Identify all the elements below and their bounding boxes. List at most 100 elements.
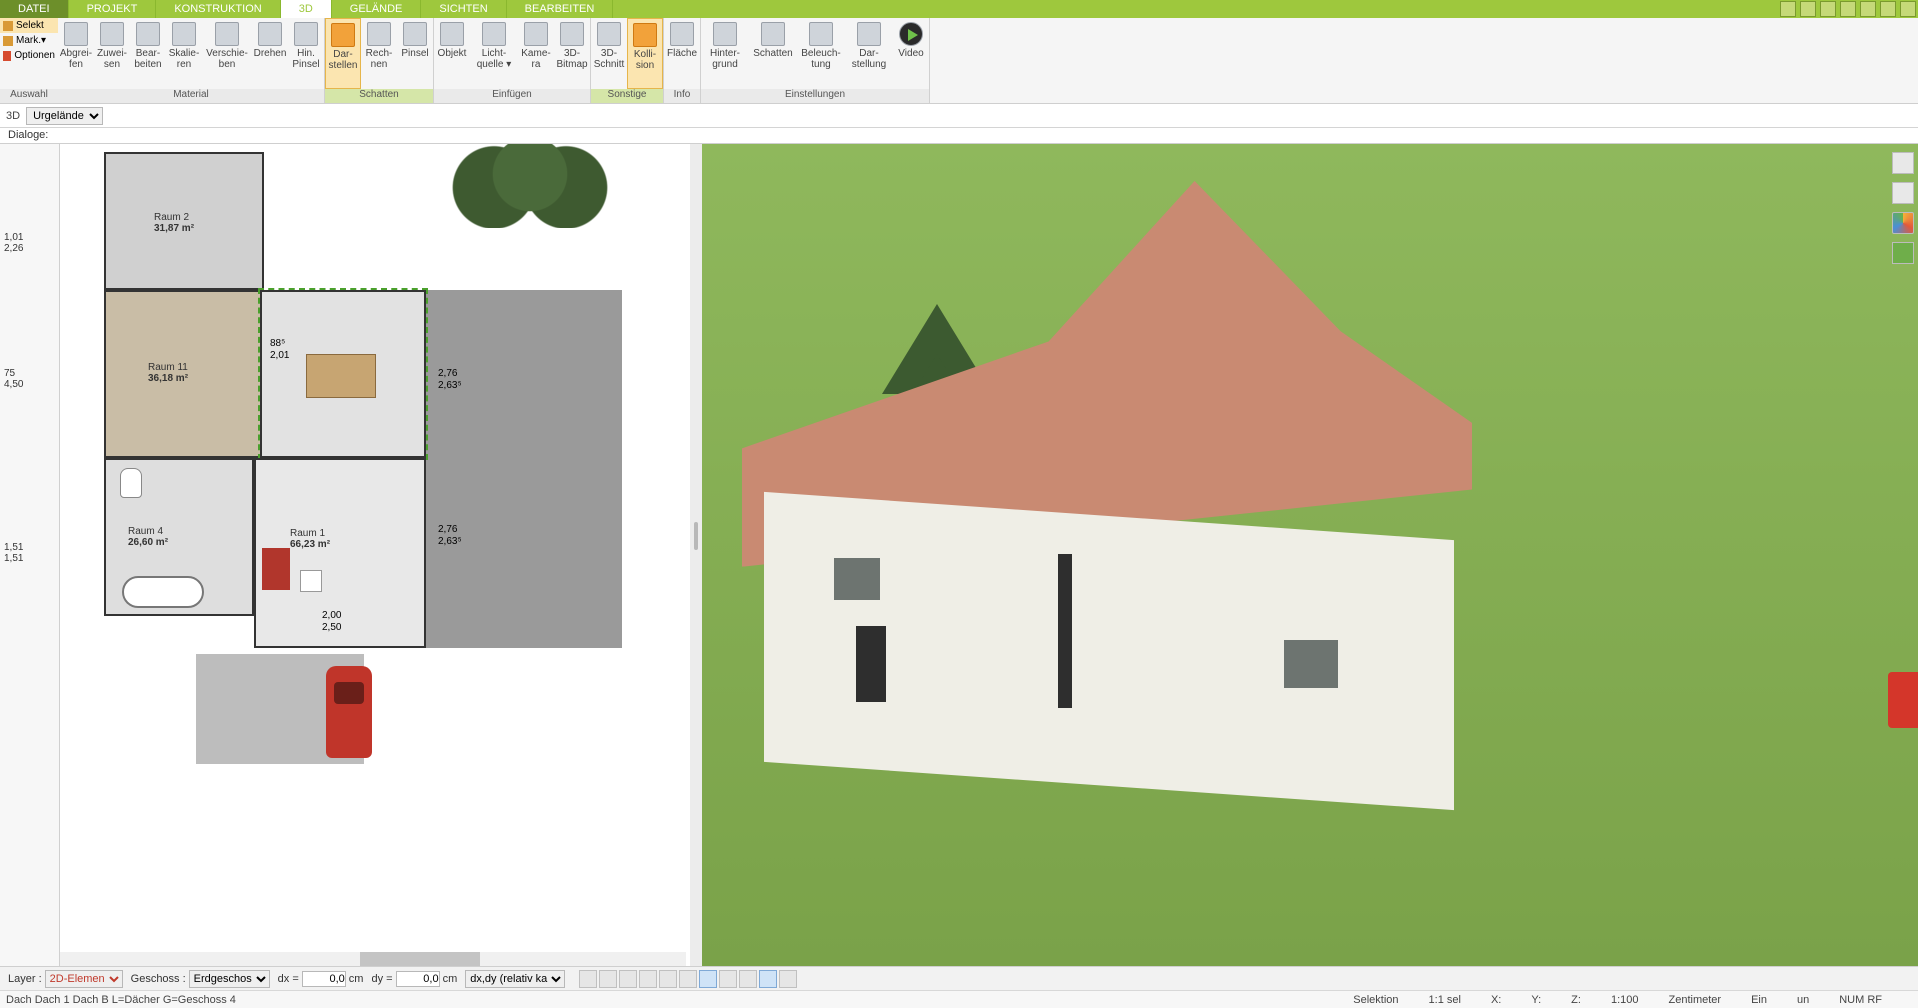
menu-bearbeiten[interactable]: BEARBEITEN <box>507 0 614 18</box>
menu-projekt[interactable]: PROJEKT <box>69 0 157 18</box>
splitter[interactable] <box>690 144 702 966</box>
layer-select[interactable]: 2D-Elemen <box>45 970 123 988</box>
tool-hinpinsel[interactable]: Hin. Pinsel <box>288 18 324 89</box>
status-selektion: Selektion <box>1353 994 1398 1006</box>
help3-icon[interactable] <box>1820 1 1836 17</box>
dim-annot: 2,76 <box>438 368 457 379</box>
room-2[interactable]: Raum 231,87 m² <box>104 152 264 290</box>
tree-2d[interactable] <box>440 144 620 228</box>
geschoss-label: Geschoss : <box>131 973 186 985</box>
snap-clock-icon[interactable] <box>579 970 597 988</box>
tool-label: Video <box>898 48 923 59</box>
scrollbar-horizontal[interactable] <box>60 952 686 966</box>
scrollbar-thumb[interactable] <box>360 952 480 966</box>
help-icon[interactable] <box>1780 1 1796 17</box>
tool-darstellen[interactable]: Dar- stellen <box>325 18 361 89</box>
layers-icon[interactable] <box>1892 152 1914 174</box>
viewport-tools <box>1892 152 1914 264</box>
3d-viewport[interactable] <box>702 144 1918 966</box>
bitmap-icon <box>560 22 584 46</box>
tool-video[interactable]: Video <box>893 18 929 89</box>
tree-icon[interactable] <box>1892 242 1914 264</box>
tool-bearbeiten[interactable]: Bear- beiten <box>130 18 166 89</box>
menu-bar: DATEI PROJEKT KONSTRUKTION 3D GELÄNDE SI… <box>0 0 1918 18</box>
unit-label: cm <box>443 973 458 985</box>
selekt-button[interactable]: Selekt <box>0 18 58 33</box>
snap-grid-icon[interactable] <box>739 970 757 988</box>
menu-3d[interactable]: 3D <box>281 0 332 18</box>
tool-verschieben[interactable]: Verschie- ben <box>202 18 252 89</box>
room-3[interactable]: Raum 345,42 m² <box>260 290 426 458</box>
auswahl-group-label: Auswahl <box>0 89 58 103</box>
group-label: Sonstige <box>591 89 663 103</box>
tool-darstellung[interactable]: Dar- stellung <box>845 18 893 89</box>
tool-abgreifen[interactable]: Abgrei- fen <box>58 18 94 89</box>
tool-3dschnitt[interactable]: 3D- Schnitt <box>591 18 627 89</box>
dim-value: 2,26 <box>4 243 23 254</box>
tool-drehen[interactable]: Drehen <box>252 18 288 89</box>
dim-annot: 2,63⁵ <box>438 380 462 391</box>
brush-icon <box>294 22 318 46</box>
status-x: X: <box>1491 994 1501 1006</box>
view-selector-bar: 3D Urgelände <box>0 104 1918 128</box>
tool-zuweisen[interactable]: Zuwei- sen <box>94 18 130 89</box>
tool-kamera[interactable]: Kame- ra <box>518 18 554 89</box>
tool-schatten[interactable]: Schatten <box>749 18 797 89</box>
tool-pinsel[interactable]: Pinsel <box>397 18 433 89</box>
tool-label: Hin. Pinsel <box>292 48 319 70</box>
car-2d[interactable] <box>326 666 372 758</box>
tool-kollision[interactable]: Kolli- sion <box>627 18 663 89</box>
snap-parallel-icon[interactable] <box>719 970 737 988</box>
menu-gelaende[interactable]: GELÄNDE <box>332 0 422 18</box>
tool-beleuchtung[interactable]: Beleuch- tung <box>797 18 845 89</box>
room-4[interactable]: Raum 426,60 m² <box>104 458 254 616</box>
tool-flaeche[interactable]: Fläche <box>664 18 700 89</box>
snap-info-icon[interactable] <box>779 970 797 988</box>
minimize-icon[interactable] <box>1860 1 1876 17</box>
snap-paste-icon[interactable] <box>639 970 657 988</box>
room-area: 66,23 m² <box>290 539 330 550</box>
floorplan-canvas[interactable]: Raum 231,87 m² Raum 1136,18 m² Raum 345,… <box>60 144 686 962</box>
chair-icon[interactable] <box>1892 182 1914 204</box>
help2-icon[interactable] <box>1800 1 1816 17</box>
dx-label: dx = <box>278 973 299 985</box>
calc-icon <box>367 22 391 46</box>
menu-konstruktion[interactable]: KONSTRUKTION <box>156 0 280 18</box>
coord-mode-select[interactable]: dx,dy (relativ ka <box>465 970 565 988</box>
tool-skalieren[interactable]: Skalie- ren <box>166 18 202 89</box>
snap-midpoint-icon[interactable] <box>679 970 697 988</box>
tool-hintergrund[interactable]: Hinter- grund <box>701 18 749 89</box>
palette-icon[interactable] <box>1892 212 1914 234</box>
menu-datei[interactable]: DATEI <box>0 0 69 18</box>
tool-objekt[interactable]: Objekt <box>434 18 470 89</box>
tool-3dbitmap[interactable]: 3D- Bitmap <box>554 18 590 89</box>
tool-label: Kolli- sion <box>634 49 656 71</box>
dx-input[interactable] <box>302 971 346 987</box>
group-label: Schatten <box>325 89 433 103</box>
play-icon <box>899 22 923 46</box>
mark-button[interactable]: Mark. ▾ <box>0 33 58 48</box>
help4-icon[interactable] <box>1840 1 1856 17</box>
close-icon[interactable] <box>1900 1 1916 17</box>
menu-spacer <box>613 0 1778 18</box>
optionen-button[interactable]: Optionen <box>0 48 58 63</box>
menu-sichten[interactable]: SICHTEN <box>421 0 506 18</box>
snap-endpoint-icon[interactable] <box>659 970 677 988</box>
snap-perp-icon[interactable] <box>699 970 717 988</box>
snap-copy-icon[interactable] <box>619 970 637 988</box>
ruler-vertical: 1,012,26 754,50 1,511,51 <box>0 144 60 966</box>
maximize-icon[interactable] <box>1880 1 1896 17</box>
tool-label: Bear- beiten <box>134 48 161 70</box>
floorplan-pane[interactable]: 1,012,26 754,50 1,511,51 Raum 231,87 m² … <box>0 144 690 966</box>
snap-north-icon[interactable] <box>759 970 777 988</box>
tool-lichtquelle[interactable]: Licht- quelle ▾ <box>470 18 518 89</box>
tool-label: Hinter- grund <box>710 48 740 70</box>
tool-rechnen[interactable]: Rech- nen <box>361 18 397 89</box>
dy-input[interactable] <box>396 971 440 987</box>
terrace[interactable] <box>426 290 622 648</box>
view-select[interactable]: Urgelände <box>26 107 103 125</box>
snap-monitor-icon[interactable] <box>599 970 617 988</box>
geschoss-select[interactable]: Erdgeschos <box>189 970 270 988</box>
dim-annot: 2,00 <box>322 610 341 621</box>
dim-value: 75 <box>4 368 23 379</box>
